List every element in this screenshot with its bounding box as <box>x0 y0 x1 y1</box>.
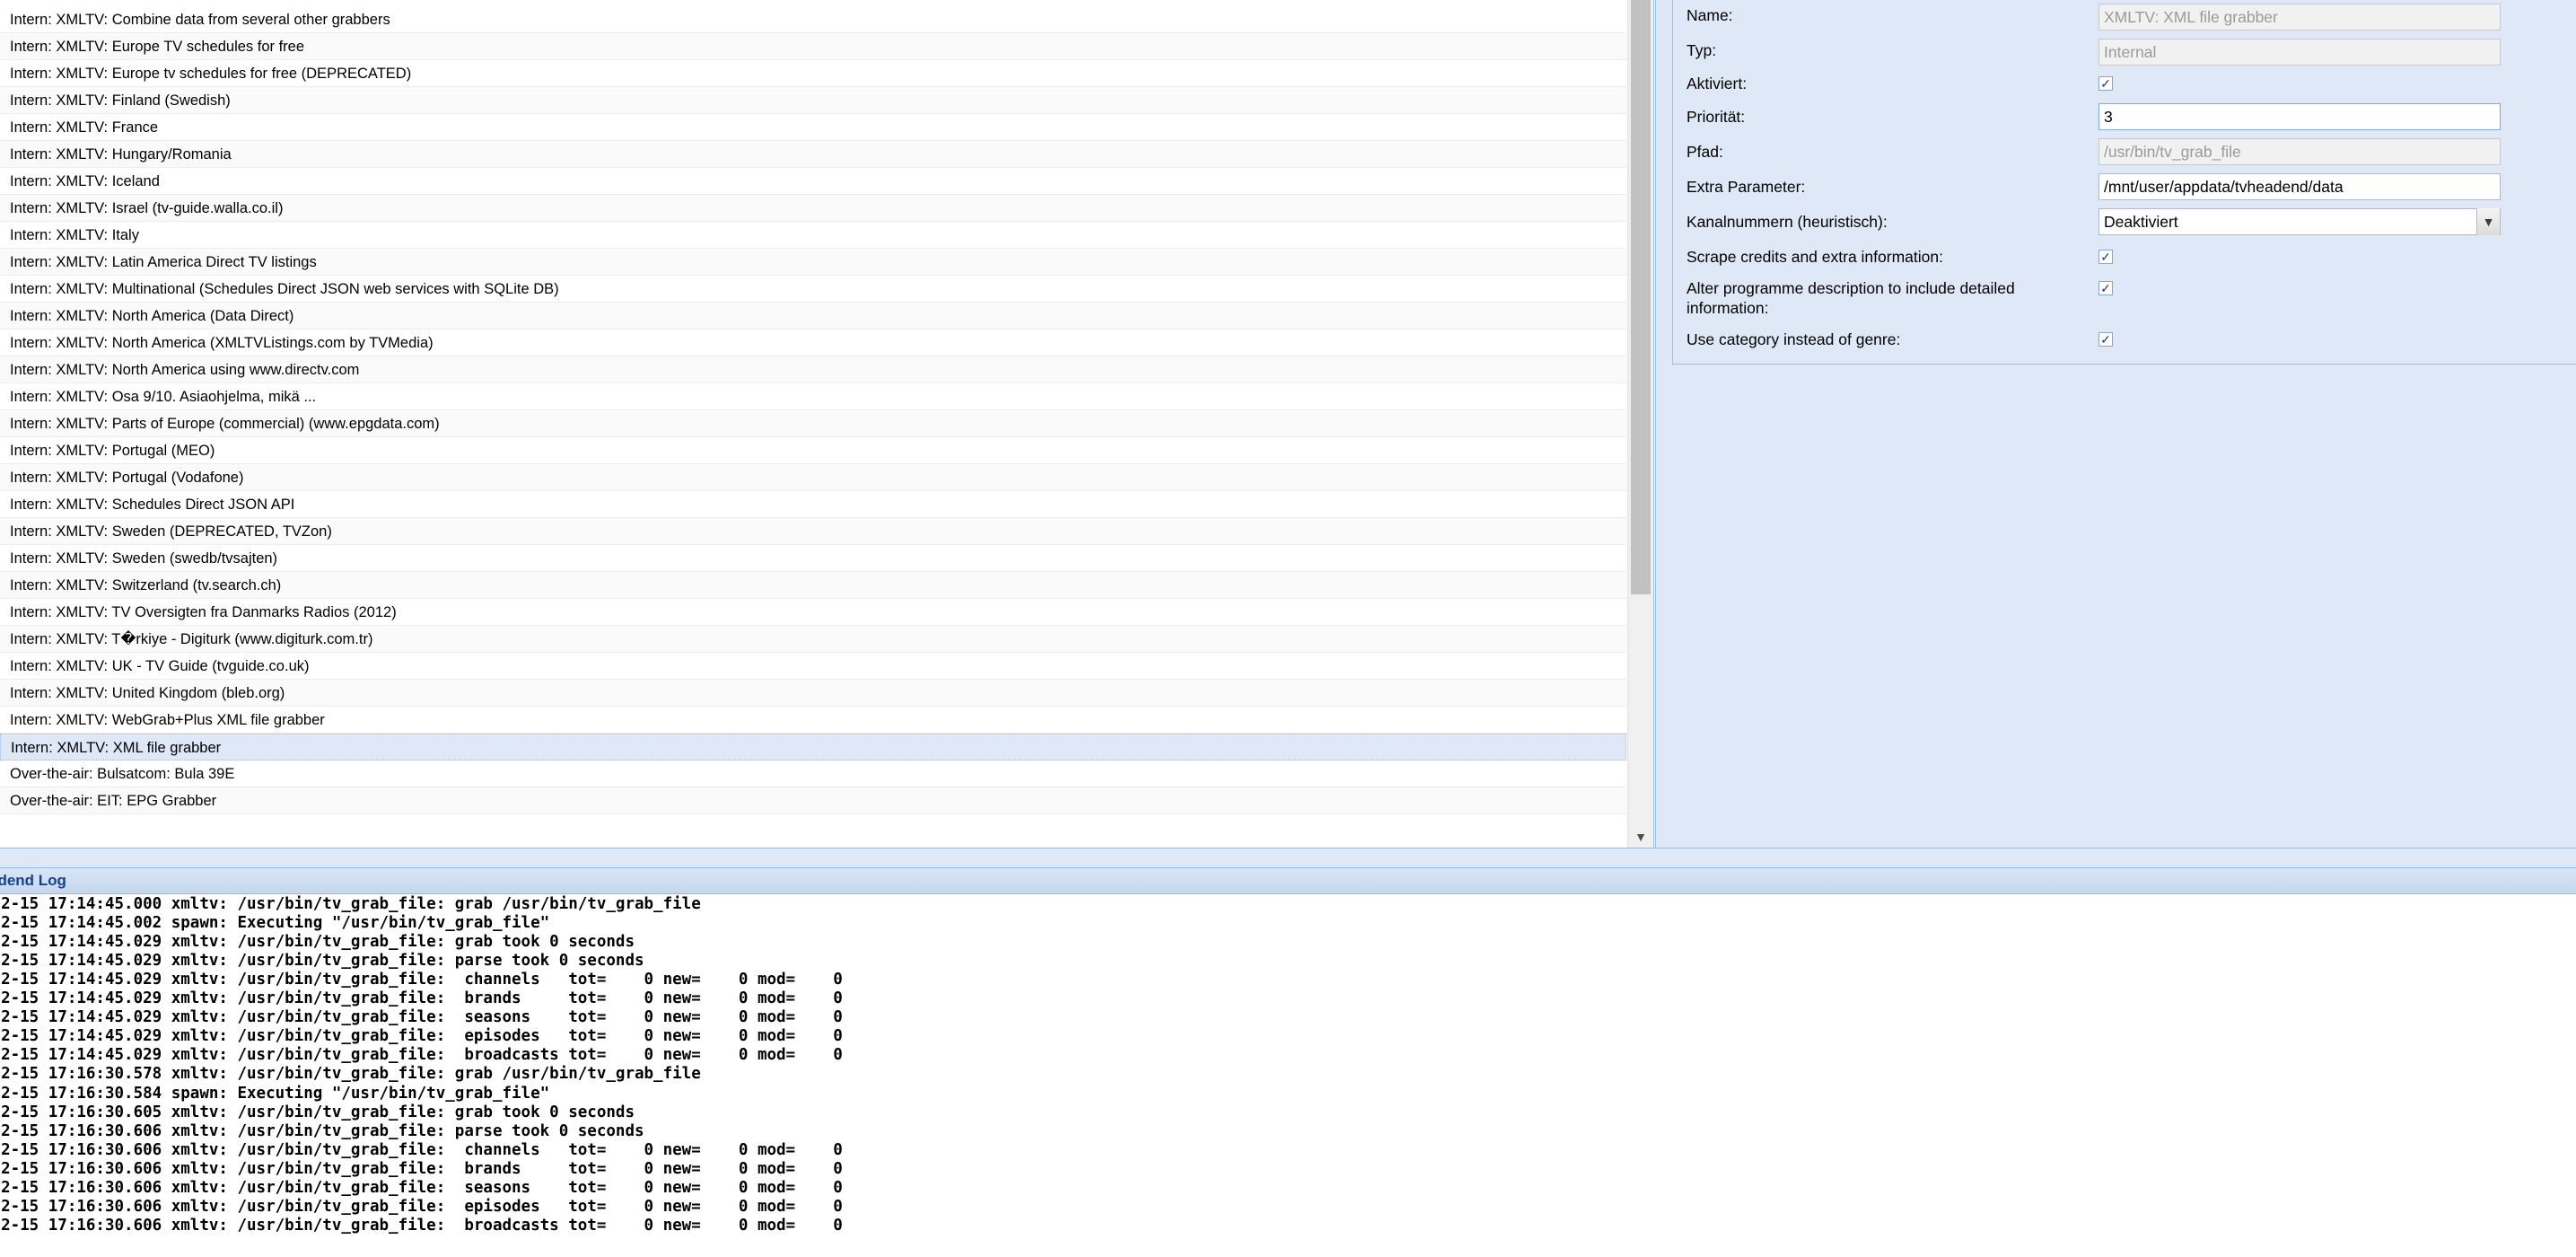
scroll-down-button[interactable]: ▼ <box>1628 826 1653 848</box>
log-line: -02-15 17:16:30.605 xmltv: /usr/bin/tv_g… <box>0 1103 635 1121</box>
path-label: Pfad: <box>1687 143 1723 161</box>
extra-params-input[interactable]: /mnt/user/appdata/tvheadend/data <box>2098 173 2501 200</box>
grabber-list-row[interactable]: Over-the-air: EIT: EPG Grabber <box>0 787 1626 814</box>
log-line: -02-15 17:14:45.029 xmltv: /usr/bin/tv_g… <box>0 971 843 989</box>
grabber-list-row[interactable]: Intern: XMLTV: Parts of Europe (commerci… <box>0 410 1626 437</box>
grabber-list-row[interactable]: Intern: XMLTV: Israel (tv-guide.walla.co… <box>0 195 1626 222</box>
grabber-form: Name: XMLTV: XML file grabber Typ: Inter… <box>1672 0 2576 365</box>
log-line: -02-15 17:16:30.606 xmltv: /usr/bin/tv_g… <box>0 1121 644 1140</box>
log-line: -02-15 17:14:45.029 xmltv: /usr/bin/tv_g… <box>0 933 635 952</box>
arrow-down-icon: ▼ <box>1634 830 1647 844</box>
grabber-list-row[interactable]: Intern: XMLTV: TV Oversigten fra Danmark… <box>0 599 1626 626</box>
checkmark-icon: ✓ <box>2100 281 2111 295</box>
log-line: -02-15 17:16:30.606 xmltv: /usr/bin/tv_g… <box>0 1140 843 1159</box>
grabber-list-row[interactable]: Intern: XMLTV: Multinational (Schedules … <box>0 276 1626 303</box>
grabber-list-row[interactable]: Intern: XMLTV: Europe TV schedules for f… <box>0 33 1626 60</box>
log-line: -02-15 17:14:45.000 xmltv: /usr/bin/tv_g… <box>0 895 701 913</box>
name-label: Name: <box>1687 6 1733 24</box>
log-line: -02-15 17:16:30.606 xmltv: /usr/bin/tv_g… <box>0 1159 843 1178</box>
scrape-label: Scrape credits and extra information: <box>1687 248 1943 266</box>
grabber-list: Intern: XMLTV: Combine data from several… <box>0 6 1626 814</box>
log-line: -02-15 17:14:45.029 xmltv: /usr/bin/tv_g… <box>0 1046 843 1065</box>
grabber-list-row[interactable]: Intern: XMLTV: Europe tv schedules for f… <box>0 60 1626 87</box>
log-line: -02-15 17:14:45.029 xmltv: /usr/bin/tv_g… <box>0 1008 843 1027</box>
grabber-detail-panel: Name: XMLTV: XML file grabber Typ: Inter… <box>1655 0 2576 848</box>
grabber-list-row[interactable]: Intern: XMLTV: XML file grabber <box>0 734 1626 760</box>
grabber-list-row[interactable]: Intern: XMLTV: Portugal (Vodafone) <box>0 464 1626 491</box>
log-line: -02-15 17:14:45.029 xmltv: /usr/bin/tv_g… <box>0 989 843 1008</box>
grabber-list-row[interactable]: Intern: XMLTV: Sweden (swedb/tvsajten) <box>0 545 1626 572</box>
grabber-list-row[interactable]: Intern: XMLTV: UK - TV Guide (tvguide.co… <box>0 653 1626 680</box>
grabber-list-row[interactable]: Intern: XMLTV: North America (Data Direc… <box>0 303 1626 330</box>
grabber-list-row[interactable]: Intern: XMLTV: Osa 9/10. Asiaohjelma, mi… <box>0 383 1626 410</box>
log-line: -02-15 17:16:30.584 spawn: Executing "/u… <box>0 1084 550 1103</box>
type-label: Typ: <box>1687 41 1717 59</box>
list-scrollbar[interactable]: ▼ <box>1627 0 1653 848</box>
log-line: -02-15 17:16:30.606 xmltv: /usr/bin/tv_g… <box>0 1197 843 1216</box>
checkmark-icon: ✓ <box>2100 332 2111 347</box>
extra-params-label: Extra Parameter: <box>1687 178 1806 196</box>
grabber-list-row[interactable]: Intern: XMLTV: Finland (Swedish) <box>0 87 1626 114</box>
scrape-checkbox[interactable]: ✓ <box>2098 250 2113 264</box>
grabber-list-row[interactable]: Intern: XMLTV: Switzerland (tv.search.ch… <box>0 572 1626 599</box>
log-panel-header: adend Log <box>0 867 2576 894</box>
log-line: -02-15 17:14:45.002 spawn: Executing "/u… <box>0 914 550 933</box>
grabber-list-row[interactable]: Intern: XMLTV: North America using www.d… <box>0 356 1626 383</box>
checkmark-icon: ✓ <box>2100 76 2111 91</box>
channel-numbers-label: Kanalnummern (heuristisch): <box>1687 213 1888 231</box>
grabber-list-row[interactable]: Intern: XMLTV: Italy <box>0 222 1626 249</box>
grabber-list-row[interactable]: Intern: XMLTV: Combine data from several… <box>0 6 1626 33</box>
enabled-checkbox[interactable]: ✓ <box>2098 76 2113 91</box>
grabber-list-panel: Intern: XMLTV: Combine data from several… <box>0 0 1654 848</box>
grabber-list-row[interactable]: Intern: XMLTV: Iceland <box>0 168 1626 195</box>
enabled-label: Aktiviert: <box>1687 75 1748 92</box>
panel-splitter[interactable] <box>0 848 2576 868</box>
priority-label: Priorität: <box>1687 108 1746 126</box>
alter-description-label: Alter programme description to include d… <box>1687 279 2015 317</box>
grabber-list-row[interactable]: Over-the-air: Bulsatcom: Bula 39E <box>0 760 1626 787</box>
grabber-list-row[interactable]: Intern: XMLTV: North America (XMLTVListi… <box>0 330 1626 356</box>
grabber-list-row[interactable]: Intern: XMLTV: T�rkiye - Digiturk (www.d… <box>0 626 1626 653</box>
grabber-list-row[interactable]: Intern: XMLTV: United Kingdom (bleb.org) <box>0 680 1626 707</box>
channel-numbers-value: Deaktiviert <box>2104 213 2178 231</box>
log-line: -02-15 17:16:30.578 xmltv: /usr/bin/tv_g… <box>0 1065 701 1084</box>
log-line: -02-15 17:14:45.029 xmltv: /usr/bin/tv_g… <box>0 952 644 971</box>
grabber-list-row[interactable]: Intern: XMLTV: Hungary/Romania <box>0 141 1626 168</box>
alter-description-checkbox[interactable]: ✓ <box>2098 281 2113 295</box>
category-label: Use category instead of genre: <box>1687 330 1901 348</box>
category-checkbox[interactable]: ✓ <box>2098 332 2113 347</box>
log-line: -02-15 17:16:30.606 xmltv: /usr/bin/tv_g… <box>0 1216 843 1235</box>
grabber-list-row[interactable]: Intern: XMLTV: Latin America Direct TV l… <box>0 249 1626 276</box>
list-scrollbar-thumb[interactable] <box>1631 0 1651 594</box>
log-output: -02-15 17:14:45.000 xmltv: /usr/bin/tv_g… <box>0 894 2576 1257</box>
grabber-list-row[interactable]: Intern: XMLTV: Portugal (MEO) <box>0 437 1626 464</box>
type-field: Internal <box>2098 39 2501 66</box>
path-field: /usr/bin/tv_grab_file <box>2098 138 2501 165</box>
grabber-list-row[interactable]: Intern: XMLTV: France <box>0 114 1626 141</box>
grabber-list-row[interactable]: Intern: XMLTV: Sweden (DEPRECATED, TVZon… <box>0 518 1626 545</box>
checkmark-icon: ✓ <box>2100 250 2111 264</box>
log-panel-title: adend Log <box>0 872 66 889</box>
chevron-down-icon: ▼ <box>2482 215 2495 229</box>
name-field: XMLTV: XML file grabber <box>2098 4 2501 31</box>
log-line: -02-15 17:14:45.029 xmltv: /usr/bin/tv_g… <box>0 1027 843 1046</box>
log-line: -02-15 17:16:30.606 xmltv: /usr/bin/tv_g… <box>0 1178 843 1197</box>
grabber-list-row[interactable]: Intern: XMLTV: WebGrab+Plus XML file gra… <box>0 707 1626 734</box>
priority-input[interactable]: 3 <box>2098 103 2501 130</box>
channel-numbers-dropdown-trigger[interactable]: ▼ <box>2476 208 2500 235</box>
grabber-list-row[interactable]: Intern: XMLTV: Schedules Direct JSON API <box>0 491 1626 518</box>
channel-numbers-select[interactable]: Deaktiviert ▼ <box>2098 208 2501 235</box>
